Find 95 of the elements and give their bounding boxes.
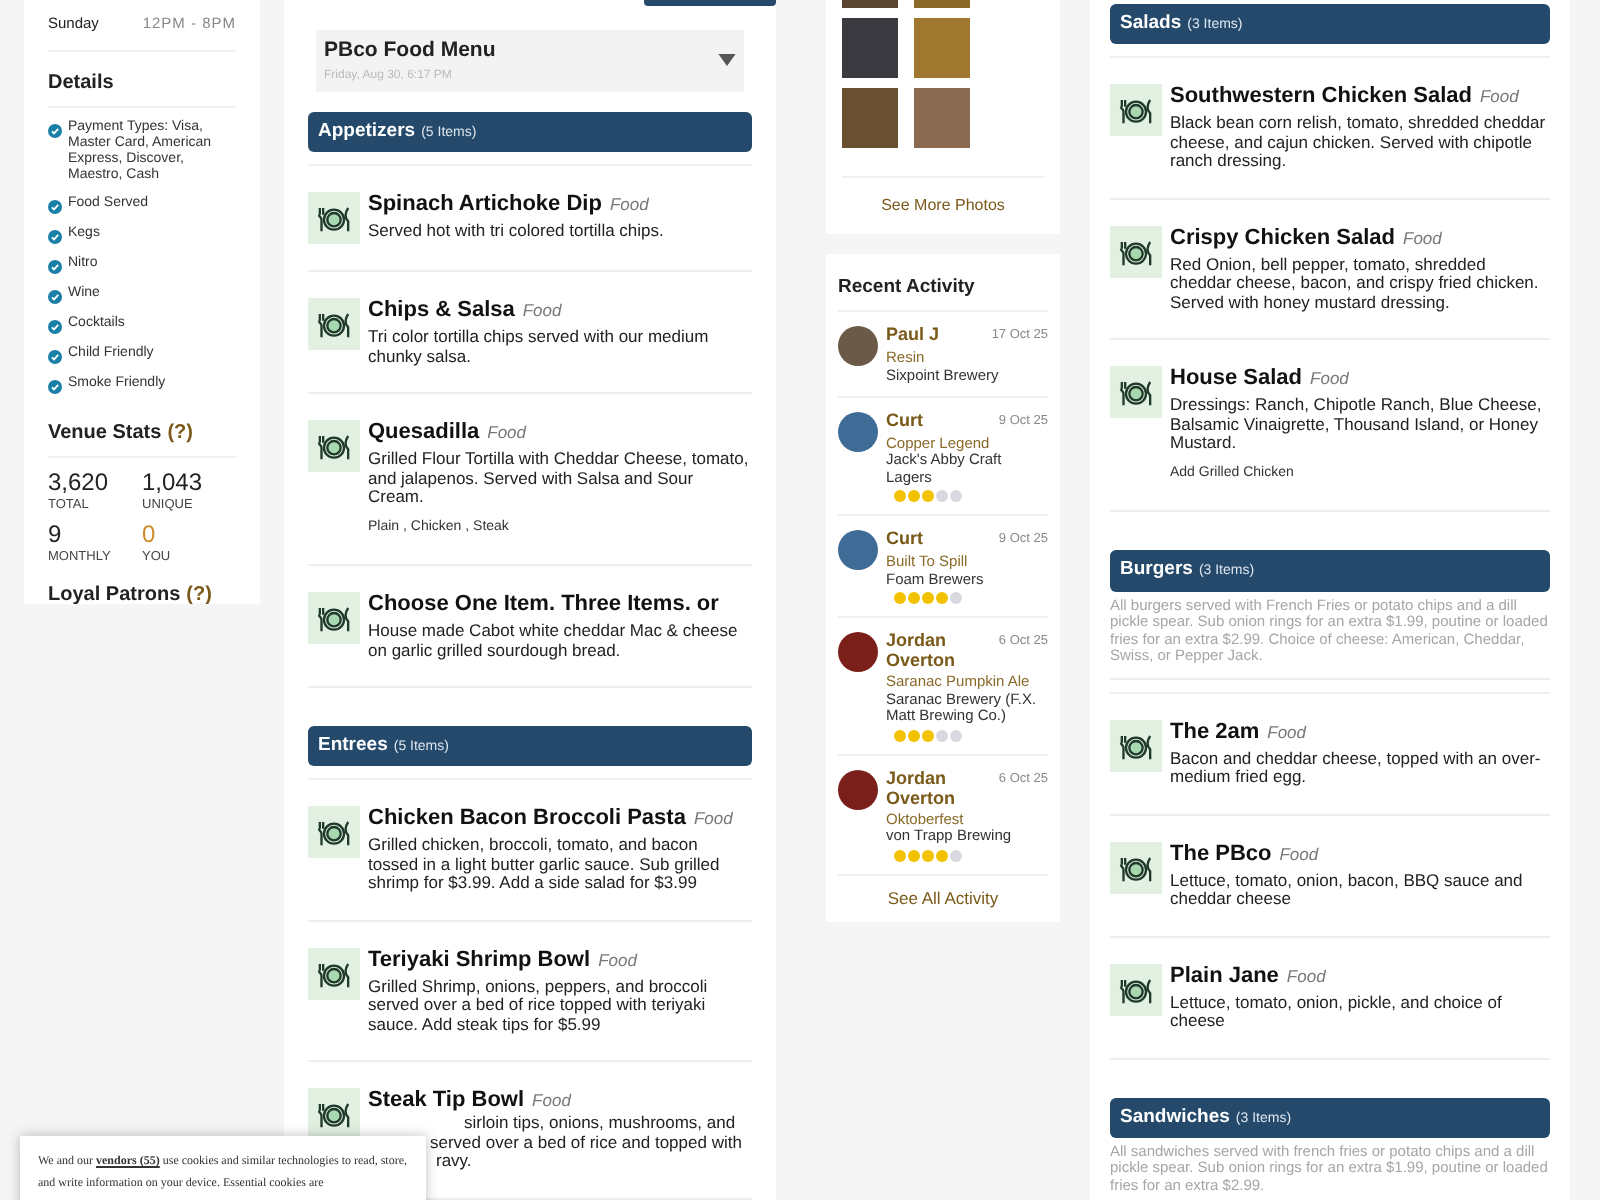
section-title: Salads	[1120, 10, 1182, 38]
item-description: House made Cabot white cheddar Mac & cheese on garlic grilled sourdough bread.	[368, 622, 740, 660]
item-type: Food	[1286, 963, 1326, 989]
item-name: Choose One Item. Three Items. or	[368, 592, 719, 618]
plate-utensils-icon	[308, 806, 360, 859]
plate-utensils-icon	[1110, 84, 1162, 137]
plate-utensils-icon	[1110, 963, 1162, 1015]
item-type: Food	[532, 1088, 571, 1114]
item-type: Food	[1403, 225, 1442, 251]
item-name: Teriyaki Shrimp Bowl	[368, 947, 591, 974]
stat-value: 9	[48, 522, 64, 548]
section-title: Appetizers	[318, 117, 416, 146]
user-avatar[interactable]	[838, 326, 878, 367]
activity-heading: Recent Activity	[838, 274, 1048, 313]
item-type: Food	[1479, 84, 1519, 110]
see-all-activity-link[interactable]: See All Activity	[887, 885, 999, 911]
item-description: Red Onion, bell pepper, tomato, shredded cheddar cheese, bacon, and crispy fried chicken. Served with honey mustard dressing.	[1170, 255, 1541, 313]
help-link[interactable]: (?)	[186, 579, 212, 604]
description-line: ravy.	[436, 1152, 472, 1172]
item-description: Tri color tortilla chips served with our medium chunky salsa.	[368, 328, 711, 366]
user-name[interactable]: Curt	[886, 528, 986, 549]
item-name: Chips & Salsa	[368, 298, 515, 324]
photo-placeholder[interactable]	[914, 18, 970, 78]
check-circle-icon	[48, 230, 62, 245]
stat-value: 0	[142, 522, 158, 548]
user-avatar[interactable]	[838, 769, 878, 809]
photo-placeholder[interactable]	[914, 88, 970, 148]
section-title: Entrees	[318, 732, 388, 760]
item-name: The 2am	[1170, 719, 1260, 745]
see-more-photos-link[interactable]: See More Photos	[881, 194, 1005, 218]
item-type: Food	[1310, 366, 1349, 392]
user-name[interactable]: Paul J	[886, 324, 986, 345]
plate-utensils-icon	[1110, 719, 1162, 771]
stat-value: 1,043	[142, 470, 205, 497]
user-name[interactable]: Jordan Overton	[886, 630, 986, 670]
plate-utensils-icon	[1110, 366, 1162, 419]
check-circle-icon	[48, 290, 62, 305]
item-description: Lettuce, tomato, onion, pickle, and choice of cheese	[1170, 993, 1504, 1031]
plate-utensils-icon	[1110, 841, 1162, 893]
header-button[interactable]	[644, 0, 776, 6]
item-type: Food	[1267, 719, 1307, 745]
check-circle-icon	[48, 320, 62, 335]
plate-utensils-icon	[1110, 225, 1162, 278]
check-circle-icon	[48, 260, 62, 275]
description-line: sirloin tips, onions, mushrooms, and	[464, 1114, 736, 1134]
check-circle-icon	[48, 350, 62, 365]
plate-utensils-icon	[308, 298, 360, 350]
item-name: The PBco	[1170, 841, 1272, 867]
item-description: Served hot with tri colored tortilla chips.	[368, 222, 666, 241]
item-description: Grilled Shrimp, onions, peppers, and broccoli served over a bed of rice topped with teriyaki sauce. Add steak tips for $5.99	[368, 977, 710, 1035]
item-description: Lettuce, tomato, onion, bacon, BBQ sauce and cheddar cheese	[1170, 871, 1525, 909]
plate-utensils-icon	[308, 947, 360, 1000]
item-name: Southwestern Chicken Salad	[1170, 84, 1472, 111]
item-type: Food	[609, 192, 649, 218]
item-description: Black bean corn relish, tomato, shredded cheddar cheese, and cajun chicken. Served with chipotle ranch dressing.	[1170, 114, 1548, 172]
section-title: Sandwiches	[1120, 1103, 1230, 1131]
photo-placeholder[interactable]	[842, 88, 898, 148]
item-type: Food	[693, 806, 733, 832]
item-description: Bacon and cheddar cheese, topped with an over-medium fried egg.	[1170, 749, 1543, 787]
item-name: Chicken Bacon Broccoli Pasta	[368, 806, 686, 833]
check-circle-icon	[48, 200, 62, 215]
stat-value: 3,620	[48, 470, 111, 497]
plate-utensils-icon	[308, 192, 360, 244]
plate-utensils-icon	[308, 420, 360, 472]
caret-icon[interactable]	[718, 54, 736, 67]
item-name: Plain Jane	[1170, 963, 1279, 989]
user-name[interactable]: Curt	[886, 410, 986, 430]
item-description: Grilled chicken, broccoli, tomato, and bacon tossed in a light butter garlic sauce. Sub grilled shrimp for $3.99. Add a side salad for $3.99	[368, 836, 722, 894]
item-name: Spinach Artichoke Dip	[368, 192, 602, 218]
item-name: Quesadilla	[368, 420, 480, 446]
plate-utensils-icon	[308, 1088, 360, 1141]
check-circle-icon	[48, 380, 62, 395]
user-avatar[interactable]	[838, 530, 878, 571]
item-type: Food	[487, 420, 527, 446]
user-name[interactable]: Jordan Overton	[886, 767, 986, 807]
item-name: House Salad	[1170, 366, 1303, 393]
user-avatar[interactable]	[838, 412, 878, 452]
item-description: Dressings: Ranch, Chipotle Ranch, Blue Cheese, Balsamic Vinaigrette, Thousand Island, or Honey Mustard.	[1170, 396, 1544, 454]
item-name: Steak Tip Bowl	[368, 1088, 525, 1115]
menu-title: PBco Food Menu	[324, 36, 498, 66]
item-name: Crispy Chicken Salad	[1170, 225, 1395, 252]
item-description: Grilled Flour Tortilla with Cheddar Cheese, tomato, and jalapenos. Served with Salsa and Sour Cream.	[368, 450, 751, 507]
item-type: Food	[598, 947, 637, 973]
item-type: Food	[1279, 841, 1319, 867]
section-title: Burgers	[1120, 556, 1193, 585]
description-line: served over a bed of rice and topped with	[430, 1133, 742, 1153]
item-type: Food	[522, 298, 562, 324]
photo-placeholder[interactable]	[842, 18, 898, 78]
plate-utensils-icon	[308, 592, 360, 644]
help-link[interactable]: (?)	[167, 418, 193, 449]
section-heading: Venue Stats	[48, 420, 162, 449]
user-avatar[interactable]	[838, 632, 878, 672]
section-heading: Loyal Patrons	[48, 581, 181, 604]
section-heading: Details	[48, 70, 114, 99]
check-circle-icon	[48, 124, 62, 139]
